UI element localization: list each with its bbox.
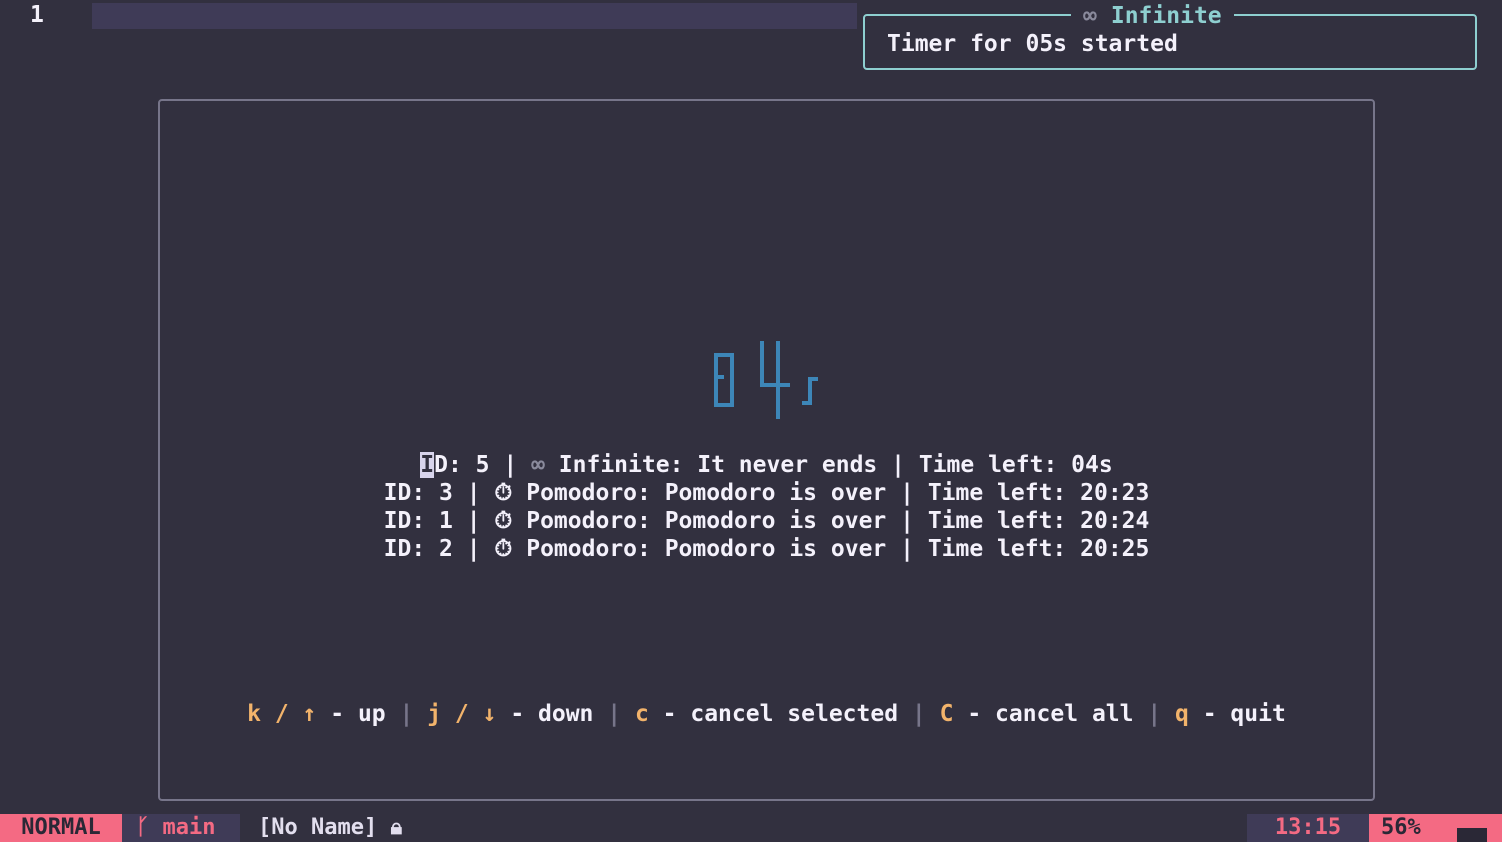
git-branch-icon: ᚴ [136,815,150,840]
unit-s [801,377,818,405]
timer-id: ID: 2 [383,536,453,562]
countdown-digits [713,341,818,419]
cursor-block [1457,828,1487,842]
timer-text: Pomodoro: Pomodoro is over [526,508,887,534]
keymap-key: c [634,701,649,727]
timer-time-left: Time left: 20:23 [927,480,1150,506]
stopwatch-icon: ⏱ [494,480,513,506]
countdown-display [160,337,1373,433]
keymap-separator: | [593,701,635,727]
line-number: 1 [30,2,44,28]
keymap-action: - cancel all [953,701,1134,727]
lock-icon: 🔒︎ [390,815,403,840]
keymap-action: - quit [1188,701,1286,727]
timer-id: ID: 1 [383,508,453,534]
timer-text: Pomodoro: Pomodoro is over [526,536,887,562]
mode-indicator: NORMAL [0,814,122,842]
keymap-key: q [1175,701,1189,727]
timer-text: Pomodoro: Pomodoro is over [526,480,887,506]
clock: 13:15 [1247,814,1369,842]
keymap-key: k / ↑ [247,701,317,727]
git-branch: ᚴ main [122,814,240,842]
file-name: [No Name] 🔒︎ [258,815,403,840]
timer-id: ID: 5 [420,452,490,478]
keymap-separator: | [898,701,940,727]
cursor-line [92,3,857,29]
keymap-action: - up [316,701,386,727]
statusline: NORMAL ᚴ main [No Name] 🔒︎ 13:15 56% [0,814,1502,842]
keymap-action: - down [496,701,594,727]
timer-row[interactable]: ID: 2 | ⏱ Pomodoro: Pomodoro is over | T… [160,535,1373,563]
notification: ∞ Infinite Timer for 05s started [863,2,1477,70]
branch-name: main [162,815,216,840]
timer-time-left: Time left: 04s [918,452,1113,478]
notification-title: Infinite [1110,3,1222,29]
stopwatch-icon: ⏱ [494,508,513,534]
timer-row[interactable]: ID: 5 | ∞ Infinite: It never ends | Time… [160,451,1373,479]
infinity-icon: ∞ [1083,3,1097,29]
keymap-key: C [939,701,954,727]
timer-popup: ID: 5 | ∞ Infinite: It never ends | Time… [158,99,1375,801]
timer-row[interactable]: ID: 3 | ⏱ Pomodoro: Pomodoro is over | T… [160,479,1373,507]
keymap-action: - cancel selected [648,701,899,727]
notification-title-bar: ∞ Infinite [1071,2,1234,30]
timer-time-left: Time left: 20:25 [927,536,1150,562]
timer-time-left: Time left: 20:24 [927,508,1150,534]
keymap-separator: | [385,701,428,727]
stopwatch-icon: ⏱ [494,536,513,562]
digit-0 [713,353,734,407]
notification-message: Timer for 05s started [887,31,1178,57]
keymap-help: k / ↑ - up | j / ↓ - down | c - cancel s… [160,701,1373,727]
digit-4 [759,341,790,387]
timer-row[interactable]: ID: 1 | ⏱ Pomodoro: Pomodoro is over | T… [160,507,1373,535]
timer-id: ID: 3 [383,480,453,506]
timer-text: Infinite: It never ends [558,452,878,478]
timer-list[interactable]: ID: 5 | ∞ Infinite: It never ends | Time… [160,451,1373,563]
keymap-key: j / ↓ [427,701,497,727]
keymap-separator: | [1133,701,1176,727]
cursor: I [420,452,435,478]
infinity-icon: ∞ [531,452,545,478]
